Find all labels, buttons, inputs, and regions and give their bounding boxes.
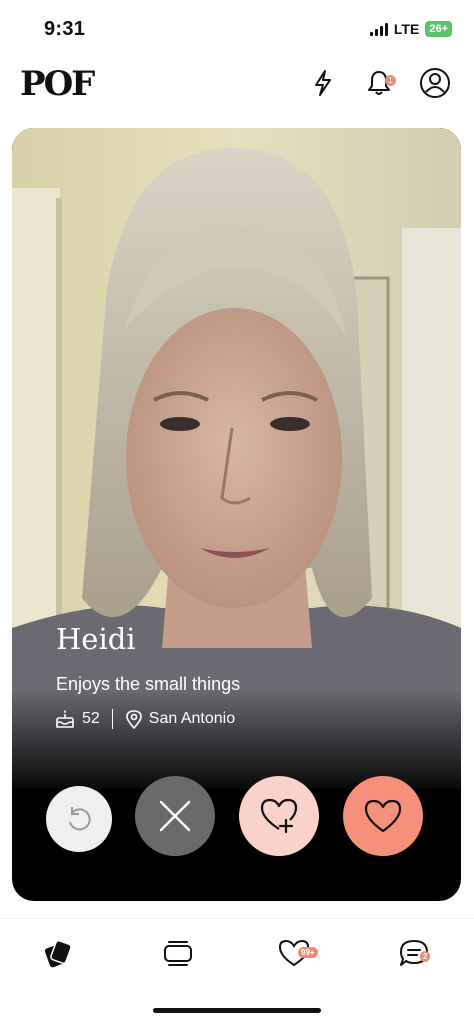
profile-card[interactable]: Heidi Enjoys the small things 52 San Ant… <box>12 128 461 901</box>
profile-age: 52 <box>82 710 100 727</box>
boost-button[interactable] <box>306 66 340 100</box>
status-bar: 9:31 LTE 26+ <box>0 0 474 56</box>
like-button[interactable] <box>343 776 423 856</box>
status-indicators: LTE 26+ <box>369 21 452 37</box>
heart-plus-icon <box>260 798 298 834</box>
battery-icon: 26+ <box>425 21 452 37</box>
network-label: LTE <box>393 21 420 37</box>
profile-name: Heidi <box>56 622 136 656</box>
profile-meta: 52 San Antonio <box>54 708 235 730</box>
meta-divider <box>111 709 113 729</box>
close-icon <box>159 800 191 832</box>
signal-icon <box>369 22 388 36</box>
undo-icon <box>69 807 91 831</box>
profile-button[interactable] <box>418 66 452 100</box>
location-icon <box>125 710 142 729</box>
status-time: 9:31 <box>44 18 86 40</box>
superlike-button[interactable] <box>239 776 319 856</box>
nav-messages[interactable]: 2 <box>392 931 436 975</box>
bottom-nav: 99+ 2 <box>0 918 474 988</box>
nav-meet-me[interactable] <box>36 931 80 975</box>
cards-icon <box>44 939 72 968</box>
profile-location: San Antonio <box>148 710 236 727</box>
likes-badge: 99+ <box>298 947 318 958</box>
nav-likes[interactable]: 99+ <box>272 931 318 975</box>
app-header: POF 1 <box>0 56 474 116</box>
cake-icon <box>56 710 74 728</box>
header-actions: 1 <box>306 66 452 100</box>
lightning-icon <box>315 70 331 96</box>
pof-logo: POF <box>20 64 95 104</box>
notification-badge: 1 <box>385 75 396 86</box>
profile-icon <box>420 68 450 98</box>
action-row <box>12 776 461 860</box>
nav-feed[interactable] <box>156 931 200 975</box>
heart-icon <box>364 799 402 833</box>
home-indicator <box>153 1008 321 1013</box>
notifications-button[interactable]: 1 <box>362 66 396 100</box>
pass-button[interactable] <box>135 776 215 856</box>
undo-button[interactable] <box>46 786 112 852</box>
stack-icon <box>164 941 192 966</box>
profile-bio: Enjoys the small things <box>56 674 241 694</box>
